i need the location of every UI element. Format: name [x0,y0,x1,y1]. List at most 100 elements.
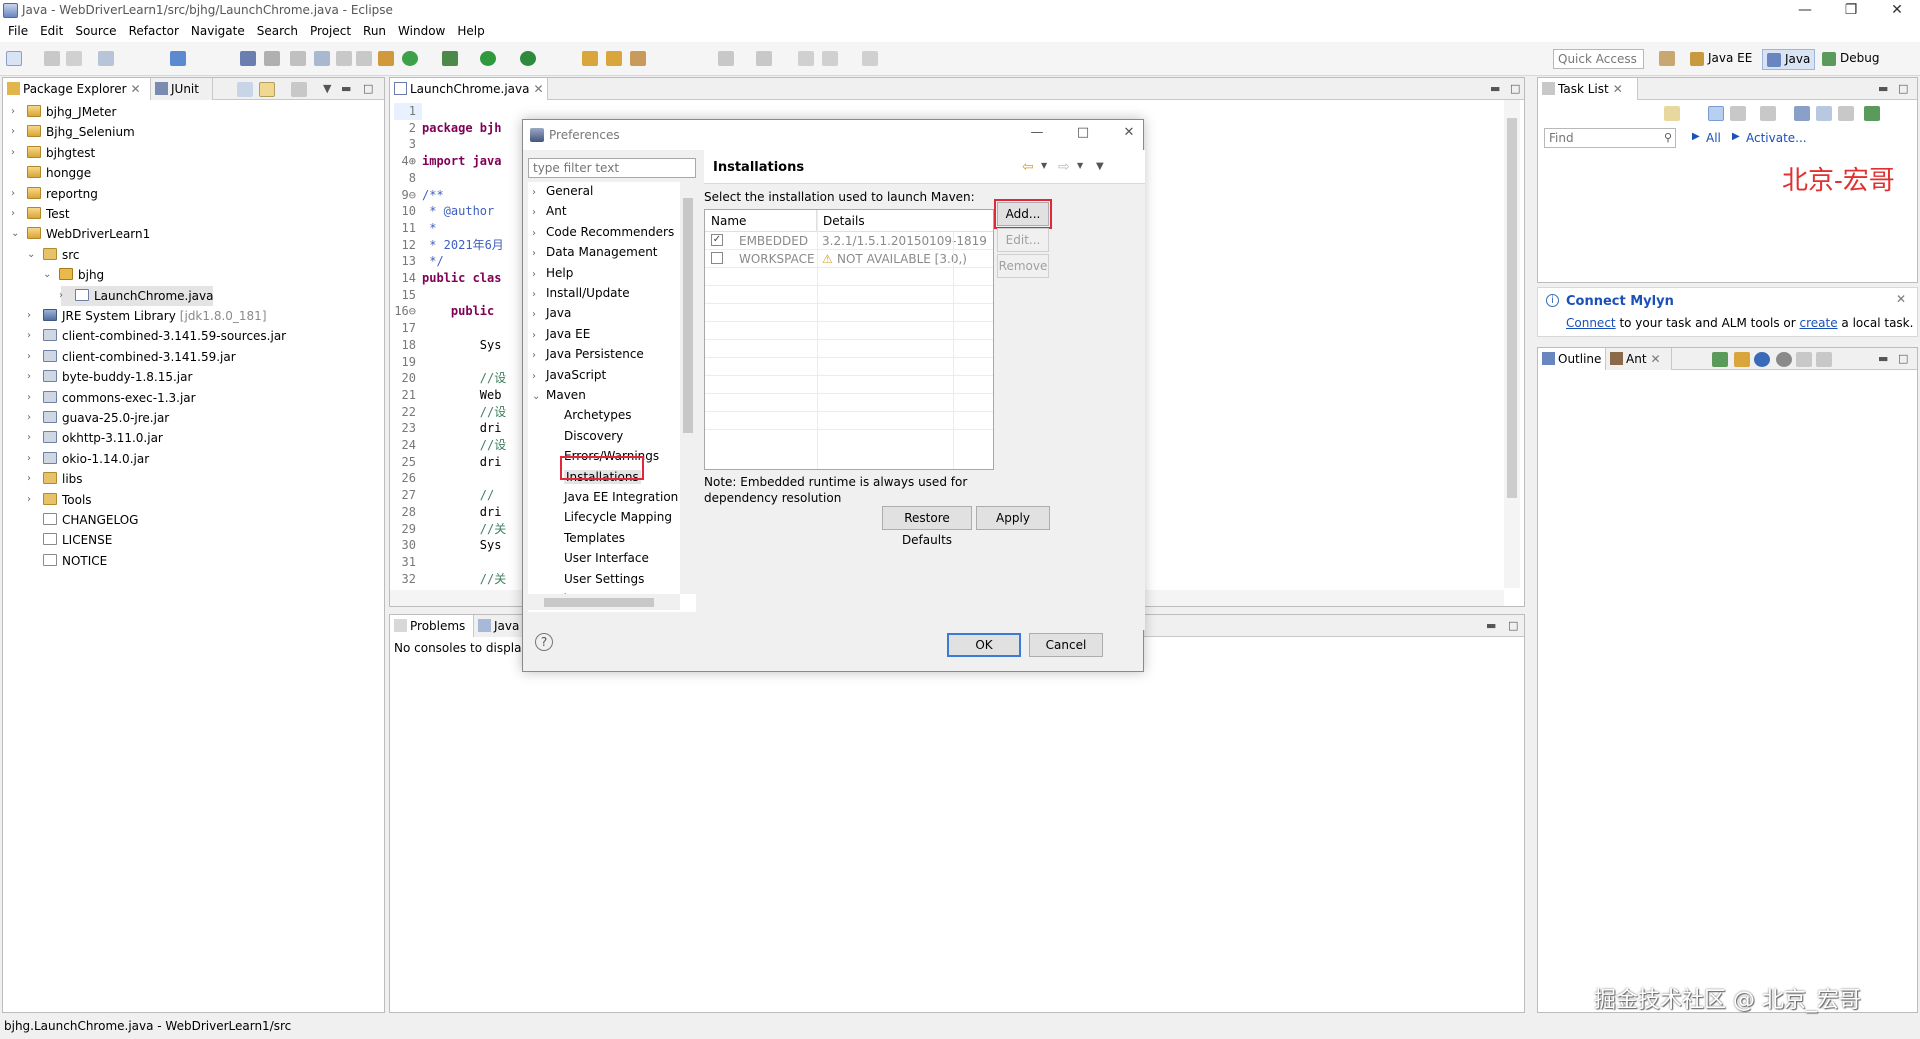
tree-item[interactable]: ⌄ src [27,245,80,265]
tree-item[interactable]: › Test [11,204,70,224]
menu-source[interactable]: Source [71,22,124,42]
tree-item[interactable]: › reportng [11,184,98,204]
tree-item[interactable]: CHANGELOG [29,510,138,530]
chevron-right-icon[interactable]: › [27,306,37,326]
block2-icon[interactable] [356,51,372,66]
chevron-right-icon[interactable]: › [532,285,546,305]
table-row[interactable]: ✓ EMBEDDED 3.2.1/1.5.1.20150109-1819 [705,232,993,250]
pref-tree-item[interactable]: › JavaScript [532,365,606,385]
chevron-down-icon[interactable]: ⌄ [27,245,37,265]
package-icon[interactable] [378,51,394,66]
pref-tree-item[interactable]: › Code Recommenders [532,222,674,242]
minimize-dialog-button[interactable]: — [1027,125,1047,140]
chevron-down-icon[interactable]: ▼ [1041,161,1047,170]
tree-item[interactable]: › commons-exec-1.3.jar [27,388,196,408]
scheduled-icon[interactable] [1730,106,1746,121]
chevron-down-icon[interactable]: ⌄ [43,265,53,285]
tree-item[interactable]: LICENSE [29,530,112,550]
pref-tree-item[interactable]: User Settings [550,569,644,589]
search-buildfile-icon[interactable] [1734,352,1750,367]
hide-internal-icon[interactable] [1754,352,1770,367]
menu-help[interactable]: Help [453,22,492,42]
chevron-right-icon[interactable]: › [11,122,21,142]
minimize-view-icon[interactable]: ▬ [1490,82,1500,95]
open-perspective-icon[interactable] [1659,51,1675,66]
pref-tree-item[interactable]: ⌄ Maven [532,385,586,405]
help-icon[interactable]: ? [535,633,553,651]
synchronize-icon[interactable] [1816,106,1832,121]
close-icon[interactable]: ✕ [1613,82,1623,96]
last-edit-icon[interactable] [798,51,814,66]
pref-tree-item[interactable]: User Interface [550,548,649,568]
new-icon[interactable] [6,51,22,66]
forward-icon[interactable] [862,51,878,66]
focus-icon[interactable] [1760,106,1776,121]
tree-item[interactable]: › JRE System Library [jdk1.8.0_181] [27,306,267,326]
minimize-view-icon[interactable]: ▬ [1486,619,1496,632]
installation-checkbox[interactable] [711,252,723,264]
ok-button[interactable]: OK [947,633,1021,657]
pref-tree-item[interactable]: › Java [532,303,571,323]
sync-repo-icon[interactable] [1864,106,1880,121]
tree-item[interactable]: ⌄ WebDriverLearn1 [11,224,150,244]
edit-installation-button[interactable]: Edit... [997,228,1049,252]
menu-file[interactable]: File [4,22,36,42]
chevron-right-icon[interactable]: › [532,265,546,285]
back-icon[interactable] [822,51,838,66]
categorized-icon[interactable] [1708,106,1724,121]
remove-icon[interactable] [1796,352,1812,367]
tree-item[interactable]: › bjhgtest [11,143,95,163]
chevron-right-icon[interactable]: › [532,305,546,325]
save-all-icon[interactable] [66,51,82,66]
pref-tree-item[interactable]: Templates [550,528,625,548]
maximize-dialog-button[interactable]: □ [1073,125,1093,140]
tree-item[interactable]: › okhttp-3.11.0.jar [27,428,163,448]
close-icon[interactable]: ✕ [1896,292,1906,306]
column-header-name[interactable]: Name [705,210,817,232]
preference-tree-hscrollbar[interactable] [528,594,680,610]
view-menu-icon[interactable]: ▼ [323,82,331,95]
minimize-view-icon[interactable]: ▬ [341,82,351,95]
chevron-right-icon[interactable]: › [11,204,21,224]
chevron-right-icon[interactable]: › [532,203,546,223]
chevron-right-icon[interactable]: › [27,428,37,448]
perspective-java-ee[interactable]: Java EE [1686,49,1756,70]
tree-item[interactable]: hongge [13,163,91,183]
chevron-right-icon[interactable]: › [532,224,546,244]
run-icon[interactable] [480,51,496,66]
table-row[interactable]: WORKSPACE ⚠ NOT AVAILABLE [3.0,) [705,250,993,268]
tab-junit[interactable]: JUnit [151,78,213,100]
maximize-view-icon[interactable]: □ [1898,82,1908,95]
tree-item[interactable]: › guava-25.0-jre.jar [27,408,169,428]
view-menu-icon[interactable]: ▼ [1096,161,1104,172]
preference-filter-input[interactable] [528,158,696,178]
pref-tree-item[interactable]: › Java Persistence [532,344,644,364]
tree-item[interactable]: › Tools [27,490,92,510]
connect-link[interactable]: Connect [1566,316,1616,330]
save-icon[interactable] [44,51,60,66]
tree-item[interactable]: › LaunchChrome.java [59,285,214,306]
tree-item[interactable]: ⌄ bjhg [43,265,104,285]
tab-launchchrome-java[interactable]: LaunchChrome.java ✕ [390,78,548,100]
chevron-right-icon[interactable]: › [27,408,37,428]
add-buildfile-icon[interactable] [1712,352,1728,367]
chevron-right-icon[interactable]: › [532,367,546,387]
pref-tree-item[interactable]: Archetypes [550,405,632,425]
hide-completed-icon[interactable] [1794,106,1810,121]
pref-tree-item[interactable]: › Install/Update [532,283,630,303]
installation-checkbox[interactable]: ✓ [711,234,723,246]
refresh-icon[interactable] [402,51,418,66]
tab-javadoc[interactable]: Java [474,615,524,637]
chevron-down-icon[interactable]: ⌄ [532,387,546,407]
tab-package-explorer[interactable]: Package Explorer ✕ [3,78,151,100]
tree-item[interactable]: › Bjhg_Selenium [11,122,135,142]
chevron-right-icon[interactable]: › [11,184,21,204]
task-find-input[interactable] [1544,128,1676,148]
run-target-icon[interactable] [1776,352,1792,367]
tab-problems[interactable]: Problems [390,615,474,637]
quick-access-input[interactable]: Quick Access [1553,49,1644,69]
chevron-right-icon[interactable]: › [27,469,37,489]
pref-tree-item[interactable]: › Help [532,263,573,283]
prev-annotation-icon[interactable] [756,51,772,66]
collapse-all-icon[interactable] [237,82,253,97]
